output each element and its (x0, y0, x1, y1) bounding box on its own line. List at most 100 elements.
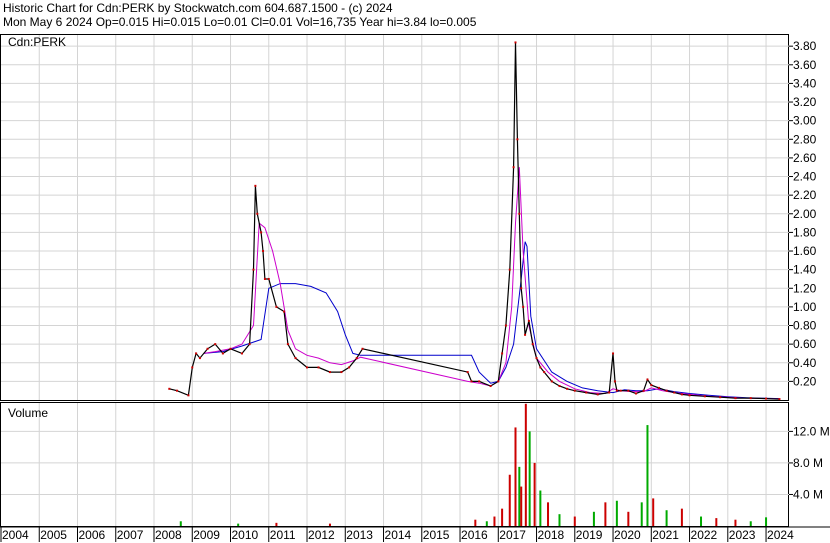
price-tick-label: 1.60 (793, 244, 817, 258)
volume-bar (652, 498, 655, 526)
price-point (749, 397, 752, 400)
price-point (240, 352, 243, 355)
price-point (596, 393, 599, 396)
price-tick-label: 1.00 (793, 300, 817, 314)
x-tick-label: 2017 (499, 528, 526, 542)
price-point (535, 357, 538, 360)
price-point (501, 352, 504, 355)
price-point (527, 319, 530, 322)
price-point (516, 138, 519, 141)
volume-bar (237, 523, 240, 526)
price-point (512, 166, 515, 169)
price-point (260, 231, 263, 234)
volume-bar (646, 425, 649, 526)
price-tick-label: 3.40 (793, 76, 817, 90)
price-point (673, 391, 676, 394)
price-point (229, 347, 232, 350)
price-point (256, 212, 259, 215)
volume-bar (640, 502, 643, 526)
price-point (263, 277, 266, 280)
price-point (175, 389, 178, 392)
price-point (198, 357, 201, 360)
x-tick-label: 2013 (346, 528, 373, 542)
price-point (221, 352, 224, 355)
price-point (267, 277, 270, 280)
price-point (612, 352, 615, 355)
price-point (520, 287, 523, 290)
price-point (294, 357, 297, 360)
x-tick-label: 2004 (2, 528, 29, 542)
price-point (504, 324, 507, 327)
price-point (489, 385, 492, 388)
price-point (539, 366, 542, 369)
price-point (518, 212, 521, 215)
price-point (470, 380, 473, 383)
price-plot-frame (0, 34, 789, 401)
volume-plot-frame (0, 402, 789, 527)
price-tick-label: 0.80 (793, 319, 817, 333)
price-point (531, 343, 534, 346)
x-tick-label: 2005 (40, 528, 67, 542)
volume-tick-label: 8.0 M (793, 456, 823, 470)
price-tick-label: 2.60 (793, 151, 817, 165)
price-tick-label: 1.20 (793, 281, 817, 295)
volume-bar (485, 521, 488, 526)
price-tick-label: 3.60 (793, 58, 817, 72)
price-point (252, 268, 255, 271)
price-point (634, 392, 637, 395)
price-point (478, 380, 481, 383)
price-tick-label: 3.00 (793, 114, 817, 128)
x-tick-label: 2010 (232, 528, 259, 542)
price-point (543, 371, 546, 374)
price-point (275, 305, 278, 308)
volume-bar (518, 466, 521, 526)
x-tick-label: 2014 (385, 528, 412, 542)
price-tick-label: 1.80 (793, 225, 817, 239)
price-tick-label: 3.20 (793, 95, 817, 109)
price-point (703, 395, 706, 398)
price-point (262, 250, 265, 253)
x-tick-label: 2008 (155, 528, 182, 542)
volume-bar (524, 403, 527, 526)
price-point (466, 371, 469, 374)
price-point (524, 333, 527, 336)
volume-bar (573, 516, 576, 526)
x-axis: 2004 2005 2006 2007 2008 2009 2010 2011 2012 2013… (0, 526, 830, 542)
volume-bar (604, 502, 607, 526)
price-point (680, 393, 683, 396)
volume-bar (627, 511, 630, 526)
price-point (248, 343, 251, 346)
x-tick-label: 2023 (729, 528, 756, 542)
price-point (627, 389, 630, 392)
price-point (214, 343, 217, 346)
volume-bar (680, 508, 683, 526)
volume-bar (665, 510, 668, 526)
x-tick-label: 2006 (79, 528, 106, 542)
price-point (585, 391, 588, 394)
price-point (355, 357, 358, 360)
volume-bar (328, 523, 331, 526)
price-point (558, 385, 561, 388)
price-point (734, 397, 737, 400)
price-point (206, 347, 209, 350)
price-tick-label: 2.20 (793, 188, 817, 202)
volume-bar (501, 508, 504, 526)
volume-bar (520, 486, 523, 526)
volume-bar (493, 516, 496, 526)
x-tick-label: 2007 (117, 528, 144, 542)
volume-chart-title: Volume (8, 406, 48, 420)
price-point (566, 387, 569, 390)
price-point (340, 371, 343, 374)
volume-bar (547, 502, 550, 526)
volume-bar (508, 474, 511, 526)
price-tick-label: 0.40 (793, 356, 817, 370)
price-point (328, 371, 331, 374)
price-point (619, 389, 622, 392)
price-point (657, 386, 660, 389)
volume-bar (528, 431, 531, 526)
x-tick-label: 2012 (308, 528, 335, 542)
volume-bar (715, 518, 718, 526)
price-point (778, 398, 781, 401)
price-point (665, 389, 668, 392)
price-point (642, 389, 645, 392)
